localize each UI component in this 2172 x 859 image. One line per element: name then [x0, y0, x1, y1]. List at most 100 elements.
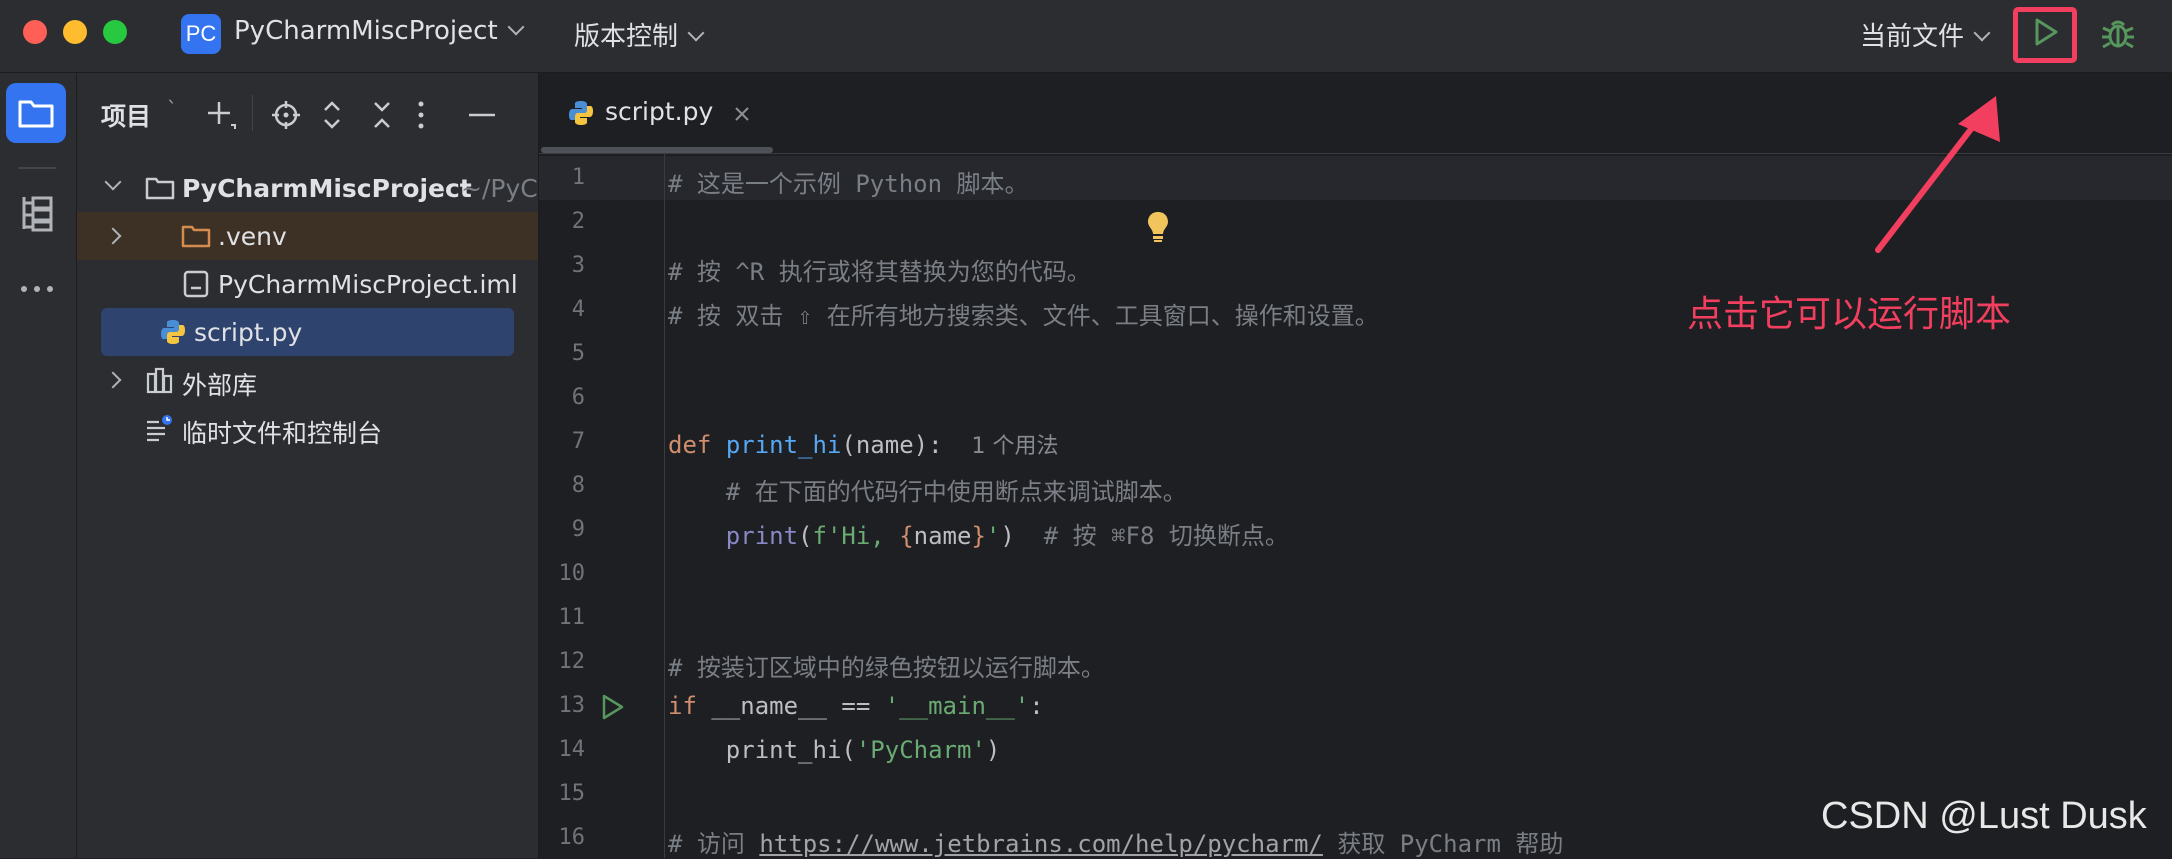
- string: 'PyCharm': [855, 736, 986, 764]
- line-number: 15: [558, 781, 586, 806]
- comment: # 访问: [668, 830, 760, 858]
- project-name: PyCharmMiscProject: [234, 16, 498, 46]
- string: f'Hi,: [812, 522, 900, 550]
- library-icon: [146, 367, 173, 394]
- code-line[interactable]: if __name__ == '__main__':: [668, 692, 1044, 720]
- run-config-label: 当前文件: [1860, 22, 1965, 52]
- line-number: 14: [558, 737, 586, 762]
- code-line[interactable]: # 按 ^R 执行或将其替换为您的代码。: [668, 252, 1091, 287]
- scratch-icon: [147, 415, 172, 442]
- string: ': [985, 522, 1001, 550]
- more-tools-button[interactable]: [18, 279, 58, 299]
- tree-item-label: script.py: [194, 318, 303, 347]
- structure-tool-button[interactable]: [18, 193, 58, 233]
- tree-item-label: PyCharmMiscProject.iml: [218, 270, 518, 299]
- locate-icon[interactable]: [270, 99, 302, 131]
- annotation-arrow: [1875, 96, 2000, 253]
- line-number: 13: [558, 693, 586, 718]
- chevron-right-icon: [104, 371, 122, 389]
- chevron-down-icon: [1973, 24, 1991, 42]
- line-number: 3: [571, 253, 585, 278]
- function-name: print_hi: [725, 431, 842, 459]
- options-icon[interactable]: [415, 99, 427, 131]
- code-line[interactable]: def print_hi(name): 1 个用法: [668, 428, 1058, 460]
- code-text: (name):: [841, 431, 943, 459]
- chevron-right-icon: [104, 227, 122, 245]
- code-text: ): [1000, 522, 1015, 550]
- line-number: 10: [558, 561, 586, 586]
- code-line[interactable]: print(f'Hi, {name}') # 按 ⌘F8 切换断点。: [668, 516, 1289, 551]
- tree-item-script[interactable]: script.py: [101, 308, 514, 356]
- code-line[interactable]: # 这是一个示例 Python 脚本。: [668, 164, 1029, 199]
- brace: }: [971, 522, 986, 550]
- tool-window-strip: [0, 73, 77, 858]
- comment: # 按 ⌘F8 切换断点。: [1043, 522, 1289, 550]
- project-switcher[interactable]: PyCharmMiscProject: [234, 16, 525, 46]
- line-number: 2: [571, 209, 585, 234]
- vcs-menu-label: 版本控制: [574, 22, 679, 52]
- tree-item-external-libraries[interactable]: 外部库: [77, 356, 538, 404]
- structure-icon: [22, 196, 53, 232]
- line-number: 6: [571, 385, 585, 410]
- run-button[interactable]: [2027, 14, 2063, 50]
- project-panel: 项目 ˋ PyCharmMiscProject ~/PyC .venv PyCh…: [77, 73, 539, 858]
- code-line[interactable]: # 按 双击 ⇧ 在所有地方搜索类、文件、工具窗口、操作和设置。: [668, 296, 1379, 331]
- file-icon: [183, 270, 209, 298]
- tree-item-label: .venv: [218, 222, 287, 251]
- gutter-run-icon[interactable]: [597, 692, 627, 722]
- tree-item-scratches[interactable]: 临时文件和控制台: [77, 404, 538, 452]
- tab-label: script.py: [605, 97, 714, 126]
- code-line[interactable]: # 按装订区域中的绿色按钮以运行脚本。: [668, 648, 1105, 683]
- chevron-down-icon: [507, 18, 525, 36]
- line-number: 16: [558, 825, 586, 850]
- run-config-selector[interactable]: 当前文件: [1860, 16, 1991, 53]
- divider: [18, 167, 56, 169]
- tree-item-label: 临时文件和控制台: [182, 419, 383, 448]
- expand-all-icon[interactable]: [320, 97, 344, 133]
- close-icon[interactable]: [733, 105, 751, 123]
- minimize-window-button[interactable]: [63, 20, 87, 44]
- debug-button[interactable]: [2098, 13, 2138, 53]
- code-text: ): [985, 736, 1001, 764]
- chevron-down-icon: [687, 24, 705, 42]
- help-link[interactable]: https://www.jetbrains.com/help/pycharm/: [759, 830, 1323, 858]
- gutter-separator: [664, 154, 665, 858]
- tree-item-venv[interactable]: .venv: [77, 212, 538, 260]
- folder-icon: [181, 225, 211, 248]
- zoom-window-button[interactable]: [103, 20, 127, 44]
- more-icon: [21, 286, 53, 292]
- code-line[interactable]: # 在下面的代码行中使用断点来调试脚本。: [668, 472, 1187, 507]
- code-line[interactable]: # 访问 https://www.jetbrains.com/help/pych…: [668, 824, 1563, 859]
- tree-item-label: 外部库: [182, 371, 258, 400]
- keyword: if: [668, 692, 697, 720]
- title-bar: PC PyCharmMiscProject 版本控制 当前文件: [0, 0, 2172, 73]
- debug-icon: [2102, 20, 2134, 49]
- lightbulb-icon[interactable]: [1145, 210, 1171, 244]
- tree-item-iml[interactable]: PyCharmMiscProject.iml: [77, 260, 538, 308]
- string: '__main__': [884, 692, 1030, 720]
- tree-item-project-root[interactable]: PyCharmMiscProject ~/PyC: [77, 164, 538, 212]
- brace: {: [899, 522, 914, 550]
- close-window-button[interactable]: [23, 20, 47, 44]
- keyword: def: [668, 431, 712, 459]
- folder-icon: [18, 100, 54, 128]
- tree-item-label: PyCharmMiscProject: [182, 174, 472, 203]
- project-tool-button[interactable]: [6, 83, 66, 143]
- usage-hint[interactable]: 1 个用法: [971, 434, 1058, 459]
- collapse-all-icon[interactable]: [370, 97, 394, 133]
- code-text: __name__ ==: [696, 692, 885, 720]
- add-icon[interactable]: [205, 99, 237, 131]
- vcs-menu[interactable]: 版本控制: [574, 16, 705, 53]
- divider: [252, 95, 253, 131]
- annotation-text: 点击它可以运行脚本: [1687, 294, 2012, 335]
- code-text: name: [913, 522, 972, 550]
- active-tab-indicator: [541, 147, 773, 153]
- project-panel-title[interactable]: 项目: [101, 97, 151, 133]
- code-line[interactable]: print_hi('PyCharm'): [668, 736, 1001, 764]
- builtin: print: [725, 522, 799, 550]
- panel-dropdown-icon[interactable]: ˋ: [167, 97, 177, 121]
- run-icon: [2035, 18, 2058, 46]
- project-badge: PC: [181, 14, 221, 54]
- line-number: 9: [571, 517, 585, 542]
- minimize-icon[interactable]: [467, 99, 497, 131]
